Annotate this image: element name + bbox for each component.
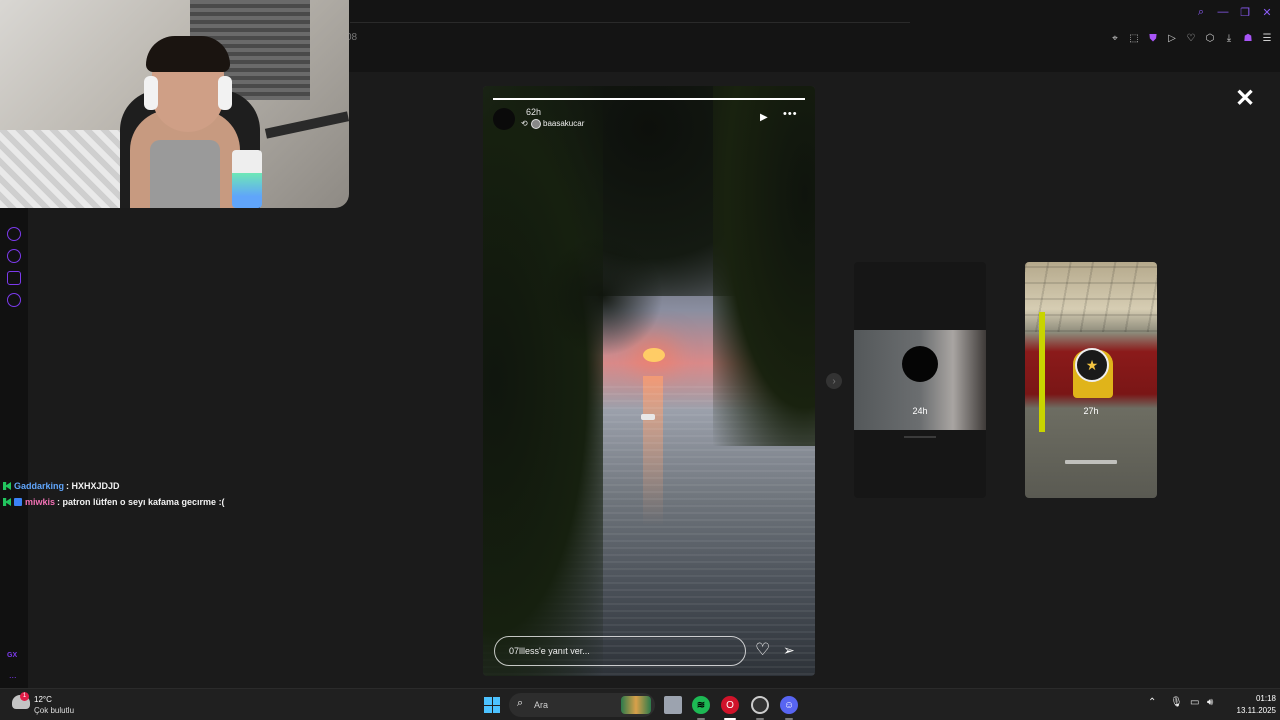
microphone xyxy=(232,150,262,208)
chat-username: Gaddarking xyxy=(14,481,65,491)
story-preview-card[interactable]: ★ 27h xyxy=(1025,262,1157,498)
weather-badge: 1 xyxy=(20,692,29,701)
restore-icon[interactable]: ❐ xyxy=(1238,5,1252,19)
kick-badge-icon xyxy=(3,482,11,490)
microphone-icon[interactable]: 🎙︎ xyxy=(1170,697,1183,708)
search-icon: ⌕ xyxy=(517,697,524,709)
chat-text: : HXHXJDJD xyxy=(66,481,120,491)
like-heart-icon[interactable]: ♡ xyxy=(755,640,770,660)
more-options-icon[interactable]: ••• xyxy=(783,108,798,120)
send-icon[interactable]: ➢ xyxy=(783,642,795,659)
weather-temp[interactable]: 12°C xyxy=(34,695,52,704)
story-viewer[interactable]: 62h ⟲ baasakucar ▶ ••• 07llless'e yanıt … xyxy=(483,86,815,676)
close-story-icon[interactable]: ✕ xyxy=(1235,84,1255,113)
shield-icon[interactable]: ⛊ xyxy=(1146,30,1160,46)
headphone-left xyxy=(144,76,158,110)
story-progress-bar xyxy=(493,98,805,100)
pin-icon[interactable]: ⌖ xyxy=(1108,30,1122,46)
taskbar-search[interactable]: ⌕ Ara xyxy=(509,693,655,717)
opera-gx-icon[interactable] xyxy=(751,696,769,714)
chevron-up-icon[interactable]: ⌃ xyxy=(1148,697,1156,708)
preview-avatar: ★ xyxy=(1075,348,1109,382)
network-icon[interactable]: ▭ xyxy=(1190,697,1199,708)
story-preview-card[interactable]: 24h xyxy=(854,262,986,498)
boat xyxy=(641,414,655,420)
heart-icon[interactable]: ♡ xyxy=(1184,30,1198,46)
minimize-icon[interactable]: — xyxy=(1216,5,1230,19)
chat-overlay: Gaddarking : HXHXJDJD miwkis : patron lü… xyxy=(3,478,225,510)
preview-avatar xyxy=(902,346,938,382)
preview-caption xyxy=(904,436,936,438)
preview-caption xyxy=(1065,460,1117,464)
preview-time: 24h xyxy=(912,406,928,416)
extensions-icon[interactable]: ⬡ xyxy=(1203,30,1217,46)
story-username[interactable]: baasakucar xyxy=(543,119,584,128)
chat-username: miwkis xyxy=(25,497,56,507)
play-icon[interactable]: ▶ xyxy=(760,112,768,123)
add-icon[interactable] xyxy=(7,227,21,241)
headphone-right xyxy=(218,76,232,110)
webcam-overlay xyxy=(0,0,349,208)
menu-icon[interactable]: ☰ xyxy=(1260,30,1274,46)
window-controls: ⌕ — ❐ ✕ xyxy=(1194,5,1274,19)
story-avatar[interactable] xyxy=(493,108,515,130)
more-icon[interactable]: ... xyxy=(9,670,17,680)
extensions-icon[interactable] xyxy=(7,271,21,285)
clock-time[interactable]: 01:18 xyxy=(1236,694,1276,703)
settings-icon[interactable] xyxy=(7,293,21,307)
file-explorer-icon[interactable] xyxy=(664,696,682,714)
subscriber-badge-icon xyxy=(14,498,22,506)
close-icon[interactable]: ✕ xyxy=(1260,5,1274,19)
snapshot-icon[interactable]: ⬚ xyxy=(1127,30,1141,46)
profile-icon[interactable]: ☗ xyxy=(1241,30,1255,46)
windows-start-icon[interactable] xyxy=(484,697,500,713)
chevron-right-icon[interactable]: › xyxy=(826,373,842,389)
tab-strip-divider xyxy=(350,22,910,23)
download-icon[interactable]: ⤓ xyxy=(1222,30,1236,46)
streamer-hair xyxy=(146,36,230,72)
chat-message: miwkis : patron lütfen o seyı kafama gec… xyxy=(3,494,225,510)
tree-foliage-left xyxy=(483,86,603,676)
tree-foliage-right xyxy=(713,86,815,446)
search-label: Ara xyxy=(534,700,549,710)
gx-label[interactable]: GX xyxy=(7,652,17,659)
search-icon[interactable]: ⌕ xyxy=(1194,5,1208,19)
tank-top xyxy=(150,140,220,208)
taskbar: 1 12°C Çok bulutlu ⌕ Ara ≋ O ☺ ⌃ 🎙︎ ▭ 🔊︎… xyxy=(0,688,1280,720)
history-icon[interactable] xyxy=(7,249,21,263)
search-highlight-image xyxy=(621,696,651,714)
chat-message: Gaddarking : HXHXJDJD xyxy=(3,478,225,494)
weather-desc[interactable]: Çok bulutlu xyxy=(34,706,74,715)
reply-input[interactable]: 07llless'e yanıt ver... xyxy=(494,636,746,666)
tree-foliage-mid xyxy=(543,236,663,356)
chat-text: : patron lütfen o seyı kafama gecırme :( xyxy=(57,497,225,507)
toolbar-icons: ⌖ ⬚ ⛊ ▷ ♡ ⬡ ⤓ ☗ ☰ xyxy=(1108,30,1274,46)
spotify-icon[interactable]: ≋ xyxy=(692,696,710,714)
story-time: 62h xyxy=(526,107,542,117)
kick-badge-icon xyxy=(3,498,11,506)
opera-icon[interactable]: O xyxy=(721,696,739,714)
volume-icon[interactable]: 🔊︎ xyxy=(1207,697,1213,708)
play-icon[interactable]: ▷ xyxy=(1165,30,1179,46)
repost-icon: ⟲ xyxy=(521,119,528,128)
screen: 08 ⌕ — ❐ ✕ ⌖ ⬚ ⛊ ▷ ♡ ⬡ ⤓ ☗ ☰ GX ... Gadd… xyxy=(0,0,1280,720)
clock-date[interactable]: 13.11.2025 xyxy=(1224,706,1276,715)
preview-time: 27h xyxy=(1083,406,1099,416)
discord-icon[interactable]: ☺ xyxy=(780,696,798,714)
mini-avatar[interactable] xyxy=(531,119,541,129)
mic-arm xyxy=(264,111,349,139)
story-progress-fill xyxy=(493,98,805,100)
